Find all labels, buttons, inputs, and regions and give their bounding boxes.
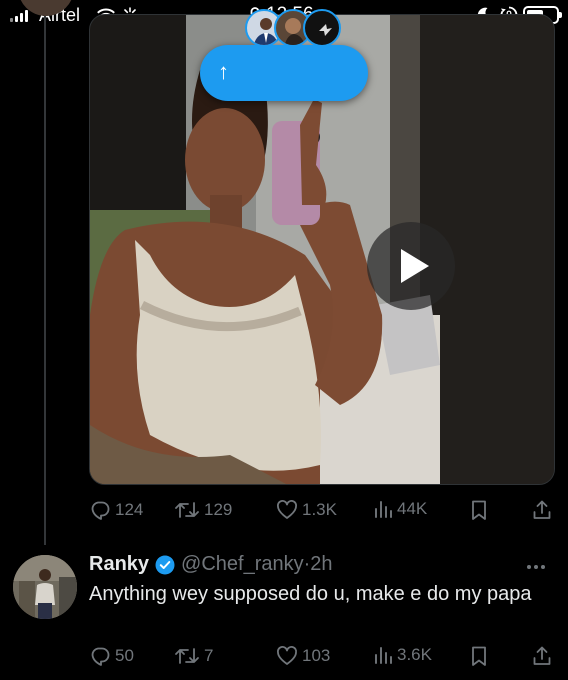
repost-count: 7: [204, 646, 214, 665]
play-icon[interactable]: [367, 222, 455, 310]
share-icon: [533, 646, 551, 665]
more-options-icon[interactable]: [527, 565, 545, 569]
signal-bars-icon: [10, 10, 28, 22]
bookmark-button[interactable]: [470, 645, 488, 667]
repost-button[interactable]: 7: [174, 645, 213, 667]
reply-text: Anything wey supposed do u, make e do my…: [89, 583, 532, 605]
repost-icon: [175, 502, 199, 518]
reply-icon: [91, 501, 110, 520]
views-icon: [375, 501, 392, 518]
avatar[interactable]: [13, 555, 77, 619]
heart-icon: [277, 500, 297, 519]
repost-button[interactable]: 129: [174, 499, 232, 521]
repost-count: 129: [204, 500, 233, 519]
reply-count: 124: [115, 500, 144, 519]
reply-button[interactable]: 50: [89, 645, 134, 667]
like-button[interactable]: 103: [276, 645, 330, 667]
reply-actions: 50 7 103 3.6K: [89, 645, 555, 673]
display-name[interactable]: Ranky: [89, 553, 149, 576]
heart-icon: [277, 646, 297, 665]
share-button[interactable]: [532, 645, 552, 667]
repost-icon: [175, 648, 199, 664]
timestamp[interactable]: 2h: [310, 553, 332, 576]
like-count: 103: [302, 646, 331, 665]
reply-icon: [91, 647, 110, 666]
reply-header: Ranky @Chef_ranky · 2h: [89, 553, 333, 576]
views-icon: [375, 647, 392, 664]
avatar: [303, 9, 341, 47]
like-button[interactable]: 1.3K: [276, 499, 337, 521]
verified-badge-icon: [155, 555, 175, 574]
views-button[interactable]: 3.6K: [373, 645, 432, 665]
reply-count: 50: [115, 646, 134, 665]
separator-dot: ·: [303, 553, 311, 575]
post-actions: 124 129 1.3K 44K: [89, 499, 555, 527]
views-button[interactable]: 44K: [373, 499, 427, 519]
bookmark-button[interactable]: [470, 499, 488, 521]
thread-line: [44, 0, 46, 545]
bookmark-icon: [472, 646, 486, 666]
new-posts-button[interactable]: ↑: [200, 45, 368, 101]
user-handle[interactable]: @Chef_ranky: [181, 553, 304, 576]
arrow-up-icon: ↑: [218, 59, 229, 84]
like-count: 1.3K: [302, 500, 337, 519]
view-count: 44K: [397, 499, 428, 518]
share-icon: [533, 500, 551, 519]
view-count: 3.6K: [397, 645, 432, 664]
share-button[interactable]: [532, 499, 552, 521]
reply-button[interactable]: 124: [89, 499, 143, 521]
bookmark-icon: [472, 500, 486, 520]
